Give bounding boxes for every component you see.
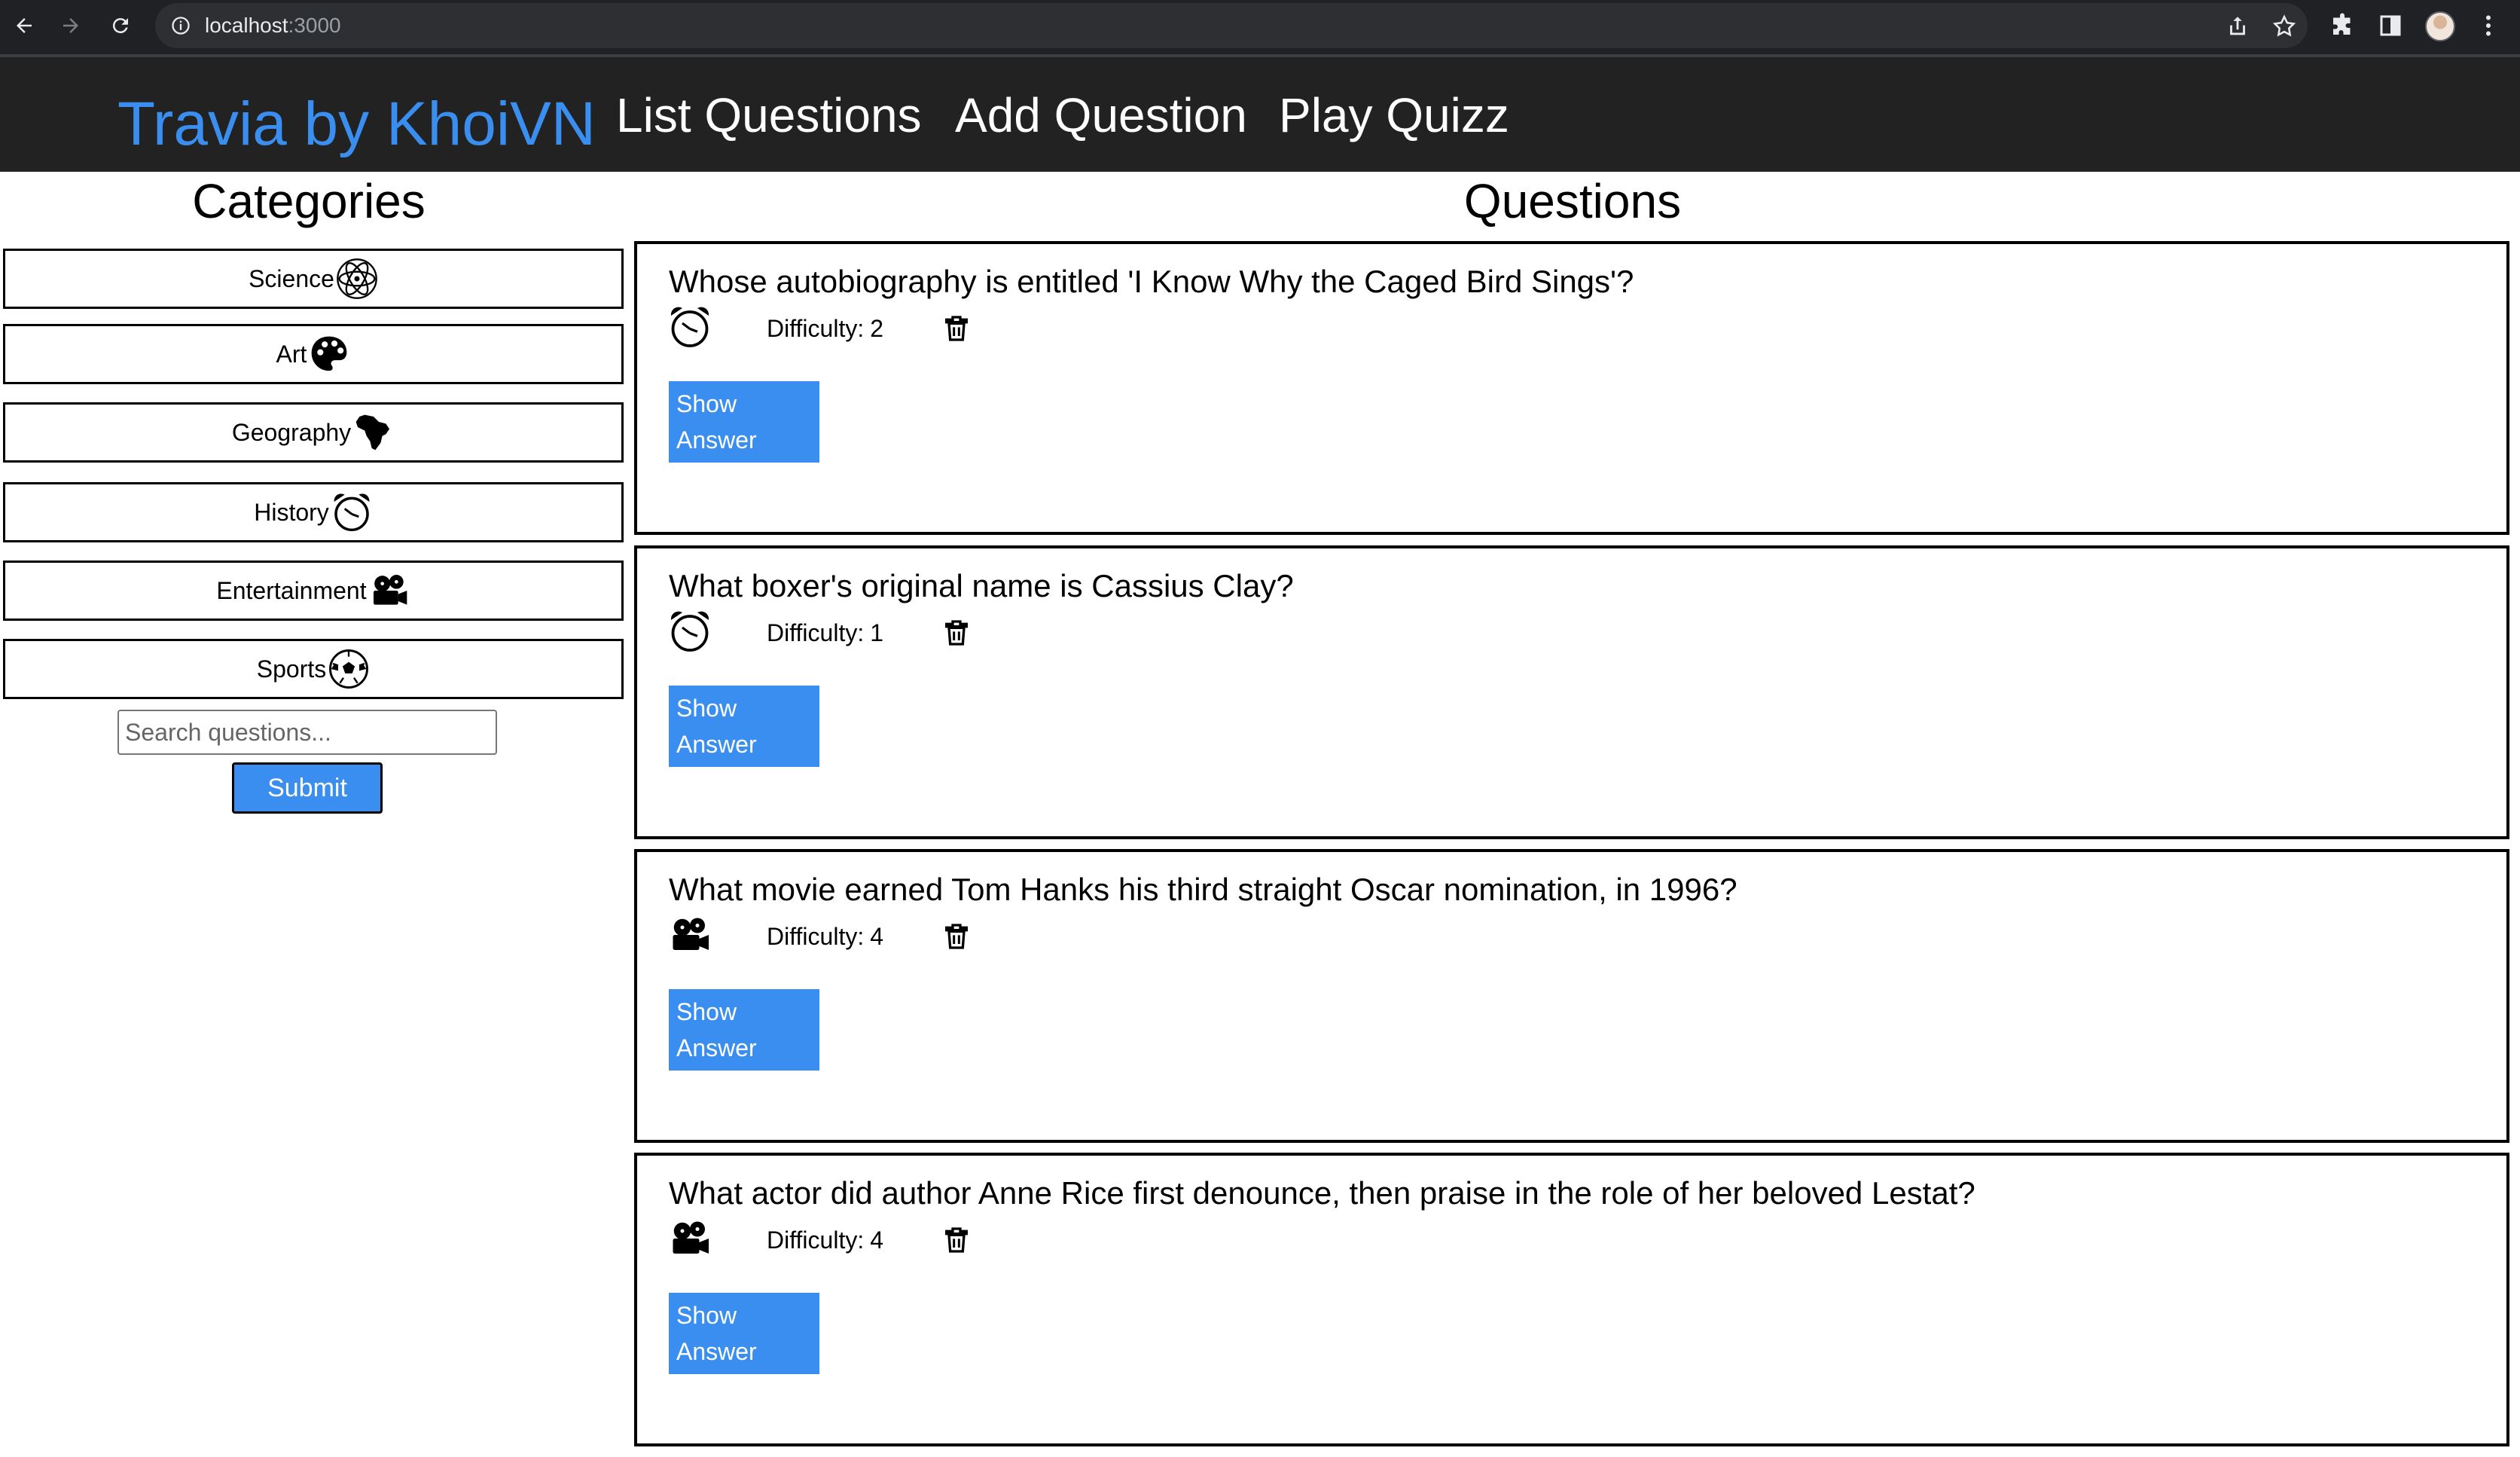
trash-icon[interactable] [941,313,972,344]
category-sports[interactable]: Sports [3,639,624,699]
category-label: Sports [256,655,327,683]
browser-toolbar: localhost:3000 [0,0,2520,54]
trash-icon[interactable] [941,921,972,951]
submit-button[interactable]: Submit [232,762,383,814]
show-answer-button[interactable]: Show Answer [669,381,819,463]
profile-avatar[interactable] [2425,11,2455,41]
show-answer-button[interactable]: Show Answer [669,686,819,767]
side-panel-icon[interactable] [2377,12,2404,39]
reload-icon[interactable] [104,9,137,42]
category-history[interactable]: History [3,482,624,542]
difficulty-value: 2 [870,315,884,342]
show-answer-button[interactable]: Show Answer [669,989,819,1071]
bookmark-star-icon[interactable] [2271,14,2297,39]
africa-icon [355,414,390,451]
category-science[interactable]: Science [3,249,624,309]
difficulty-value: 1 [870,619,884,646]
film-projector-icon [673,918,709,950]
film-projector-icon [673,1221,709,1254]
difficulty-value: 4 [870,1226,884,1254]
nav-play-quizz[interactable]: Play Quizz [1279,87,1509,143]
difficulty-value: 4 [870,923,884,950]
difficulty-text: Difficulty: 4 [767,923,884,950]
back-arrow-icon[interactable] [8,9,41,42]
category-label: History [254,498,329,526]
category-label: Science [249,264,334,292]
alarm-clock-icon [670,307,709,347]
question-card: What movie earned Tom Hanks his third st… [634,849,2509,1143]
difficulty-text: Difficulty: 1 [767,619,884,646]
search-input[interactable] [117,710,497,755]
brand-logo-text[interactable]: Travia by KhoiVN [117,89,596,160]
soccer-ball-icon [329,649,369,689]
atom-icon [337,258,377,299]
question-text: What boxer's original name is Cassius Cl… [669,568,1294,603]
address-bar[interactable]: localhost:3000 [155,3,2308,48]
forward-arrow-icon[interactable] [54,9,87,42]
nav-list-questions[interactable]: List Questions [616,87,922,143]
questions-heading: Questions [1463,174,1682,228]
trash-icon[interactable] [941,618,972,648]
app-header: Travia by KhoiVN List Questions Add Ques… [0,57,2520,172]
difficulty-text: Difficulty: 2 [767,315,884,342]
site-info-icon[interactable] [170,15,191,36]
alarm-clock-icon [670,611,709,652]
more-menu-icon[interactable] [2475,12,2502,39]
question-card: What actor did author Anne Rice first de… [634,1153,2509,1446]
category-label: Geography [231,418,352,446]
category-label: Entertainment [216,576,367,604]
alarm-clock-icon [334,493,370,532]
question-text: What actor did author Anne Rice first de… [669,1175,1975,1211]
share-icon[interactable] [2225,14,2250,39]
question-card: What boxer's original name is Cassius Cl… [634,545,2509,839]
category-entertainment[interactable]: Entertainment [3,561,624,621]
trash-icon[interactable] [941,1225,972,1255]
nav-add-question[interactable]: Add Question [955,87,1247,143]
palette-icon [312,336,347,371]
categories-heading: Categories [192,174,426,228]
category-art[interactable]: Art [3,324,624,384]
difficulty-text: Difficulty: 4 [767,1226,884,1254]
question-text: Whose autobiography is entitled 'I Know … [669,264,1634,299]
film-projector-icon [373,575,407,605]
show-answer-button[interactable]: Show Answer [669,1293,819,1374]
extensions-puzzle-icon[interactable] [2329,12,2356,39]
question-card: Whose autobiography is entitled 'I Know … [634,241,2509,535]
category-label: Art [276,340,307,368]
url-text: localhost:3000 [205,14,341,37]
question-text: What movie earned Tom Hanks his third st… [669,872,1737,907]
category-geography[interactable]: Geography [3,402,624,463]
